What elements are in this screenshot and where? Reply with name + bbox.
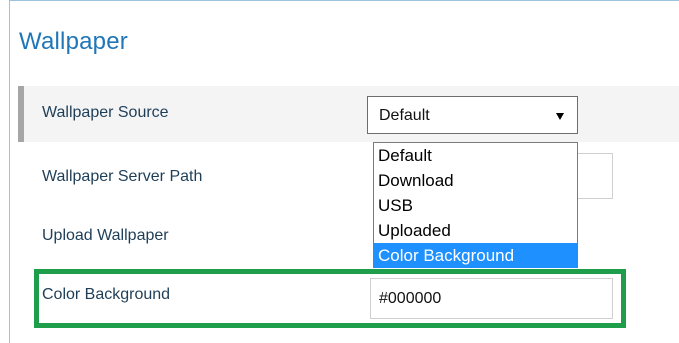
row-upload-wallpaper: Upload Wallpaper [18, 209, 679, 265]
wallpaper-source-options: Default Download USB Uploaded Color Back… [373, 142, 578, 268]
upload-wallpaper-label: Upload Wallpaper [42, 227, 169, 244]
page-title: Wallpaper [19, 28, 128, 55]
option-default[interactable]: Default [374, 143, 577, 168]
server-path-label: Wallpaper Server Path [42, 168, 203, 185]
option-download[interactable]: Download [374, 168, 577, 193]
wallpaper-source-select[interactable]: Default [367, 96, 578, 134]
server-path-input[interactable] [578, 153, 613, 199]
option-color-background[interactable]: Color Background [374, 243, 577, 268]
color-background-input[interactable] [370, 278, 613, 319]
dropdown-arrow-icon [556, 113, 564, 120]
option-uploaded[interactable]: Uploaded [374, 218, 577, 243]
option-usb[interactable]: USB [374, 193, 577, 218]
color-background-label: Color Background [42, 286, 171, 303]
active-row-indicator [18, 86, 24, 142]
wallpaper-source-label: Wallpaper Source [42, 104, 169, 121]
wallpaper-source-value: Default [379, 107, 430, 124]
row-wallpaper-source: Wallpaper Source [18, 86, 679, 142]
